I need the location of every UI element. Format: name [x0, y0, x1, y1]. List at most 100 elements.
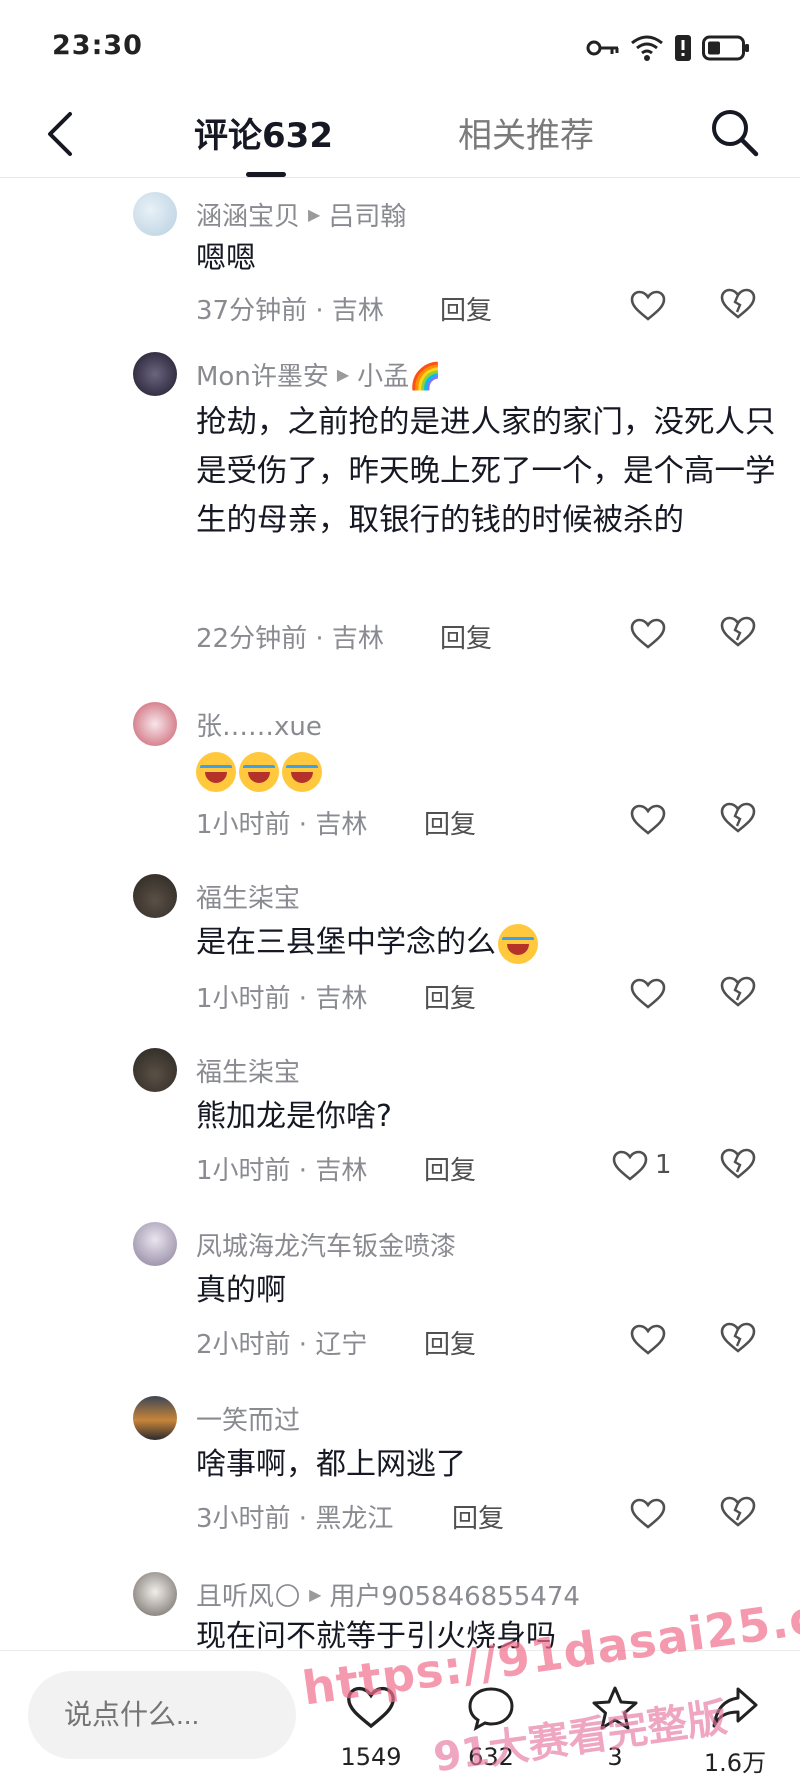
reply-target-username[interactable]: 用户905846855474 — [329, 1576, 580, 1613]
username[interactable]: 福生柒宝 — [196, 1052, 300, 1089]
comment-item: 福生柒宝 熊加龙是你啥? 1小时前 · 吉林 回复 1 — [0, 1044, 800, 1204]
comment-author[interactable]: 凤城海龙汽车钣金喷漆 — [196, 1226, 456, 1263]
reply-button[interactable]: 回复 — [452, 1498, 504, 1535]
reply-button[interactable]: 回复 — [424, 1324, 476, 1361]
like-button[interactable] — [630, 616, 670, 652]
dislike-button[interactable] — [720, 1322, 760, 1358]
like-button[interactable] — [630, 976, 670, 1012]
tab-comments[interactable]: 评论632 — [194, 108, 333, 157]
search-button[interactable] — [706, 104, 764, 162]
crying-laughing-emoji — [282, 751, 322, 792]
reply-arrow-icon: ▶ — [308, 205, 321, 224]
username[interactable]: 张……xue — [196, 706, 322, 743]
crying-laughing-emoji — [239, 751, 279, 792]
reply-button[interactable]: 回复 — [424, 804, 476, 841]
comment-text: 抢劫，之前抢的是进人家的家门，没死人只是受伤了，昨天晚上死了一个，是个高一学生的… — [196, 405, 776, 538]
comment-emoji-content — [196, 746, 776, 796]
like-video-count: 1549 — [340, 1743, 402, 1771]
comment-time: 37分钟前 — [196, 296, 308, 326]
comment-list[interactable]: 涵涵宝贝 ▶ 吕司翰 嗯嗯 37分钟前 · 吉林 回复 Mon许墨安 ▶ 小孟🌈… — [0, 178, 800, 1650]
search-icon — [712, 110, 759, 157]
comment-item: 一笑而过 啥事啊，都上网逃了 3小时前 · 黑龙江 回复 — [0, 1392, 800, 1552]
comment-author[interactable]: 涵涵宝贝 ▶ 吕司翰 — [196, 196, 406, 233]
reply-button[interactable]: 回复 — [424, 1150, 476, 1187]
comment-meta: 1小时前 · 吉林 — [196, 810, 368, 840]
comment-location: 吉林 — [331, 296, 384, 326]
like-count: 1 — [655, 1150, 672, 1180]
key-icon — [586, 40, 619, 56]
broken-heart-icon — [720, 1496, 756, 1527]
share-count: 1.6万 — [703, 1749, 767, 1777]
avatar[interactable] — [133, 874, 177, 918]
like-button[interactable] — [630, 802, 670, 838]
crying-laughing-emoji — [196, 751, 236, 792]
username[interactable]: 凤城海龙汽车钣金喷漆 — [196, 1226, 456, 1263]
heart-icon — [630, 618, 666, 649]
avatar[interactable] — [133, 702, 177, 746]
tab-related-recommendations[interactable]: 相关推荐 — [458, 108, 594, 157]
avatar[interactable] — [133, 1222, 177, 1266]
reply-target-username[interactable]: 吕司翰 — [328, 196, 406, 233]
dislike-button[interactable] — [720, 976, 760, 1012]
avatar[interactable] — [133, 1048, 177, 1092]
comment-text: 嗯嗯 — [196, 241, 256, 276]
broken-heart-icon — [720, 802, 756, 833]
comment-meta: 2小时前 · 辽宁 — [196, 1330, 368, 1360]
broken-heart-icon — [720, 976, 756, 1007]
reply-button[interactable]: 回复 — [440, 618, 492, 655]
like-button[interactable] — [630, 1322, 670, 1358]
username[interactable]: 一笑而过 — [196, 1400, 300, 1437]
comment-meta: 1小时前 · 吉林 — [196, 984, 368, 1014]
comment-author[interactable]: Mon许墨安 ▶ 小孟🌈 — [196, 356, 442, 393]
comment-text: 是在三县堡中学念的么 — [196, 918, 776, 968]
comment-text: 啥事啊，都上网逃了 — [196, 1447, 466, 1482]
comment-location: 吉林 — [315, 1156, 368, 1186]
comment-author[interactable]: 福生柒宝 — [196, 878, 300, 915]
dislike-button[interactable] — [720, 616, 760, 652]
heart-icon — [630, 978, 666, 1009]
like-button[interactable] — [612, 1148, 652, 1184]
dislike-button[interactable] — [720, 1148, 760, 1184]
like-button[interactable] — [630, 1496, 670, 1532]
comment-item: 福生柒宝 是在三县堡中学念的么 1小时前 · 吉林 回复 — [0, 870, 800, 1030]
comment-author[interactable]: 福生柒宝 — [196, 1052, 300, 1089]
reply-button[interactable]: 回复 — [424, 978, 476, 1015]
comment-item: 涵涵宝贝 ▶ 吕司翰 嗯嗯 37分钟前 · 吉林 回复 — [0, 178, 800, 338]
dislike-button[interactable] — [720, 802, 760, 838]
comment-location: 吉林 — [331, 624, 384, 654]
back-button[interactable] — [40, 108, 84, 160]
avatar[interactable] — [133, 1396, 177, 1440]
comment-meta: 3小时前 · 黑龙江 — [196, 1504, 394, 1534]
broken-heart-icon — [720, 616, 756, 647]
dislike-button[interactable] — [720, 1496, 760, 1532]
reply-arrow-icon: ▶ — [309, 1585, 322, 1604]
comment-location: 吉林 — [315, 810, 368, 840]
comment-time: 1小时前 — [196, 1156, 291, 1186]
comment-meta: 1小时前 · 吉林 — [196, 1156, 368, 1186]
comment-meta: 22分钟前 · 吉林 — [196, 624, 384, 654]
username[interactable]: 涵涵宝贝 — [196, 196, 300, 233]
username[interactable]: Mon许墨安 — [196, 356, 329, 393]
avatar[interactable] — [133, 1572, 177, 1616]
heart-icon — [630, 290, 666, 321]
dislike-button[interactable] — [720, 288, 760, 324]
crying-laughing-emoji — [498, 923, 538, 964]
comment-author[interactable]: 张……xue — [196, 706, 322, 743]
reply-button[interactable]: 回复 — [440, 290, 492, 327]
comment-location: 辽宁 — [315, 1330, 368, 1360]
alert-icon — [675, 35, 691, 61]
back-arrow-icon — [48, 112, 72, 156]
heart-icon — [612, 1150, 648, 1181]
comment-meta: 37分钟前 · 吉林 — [196, 296, 384, 326]
reply-target-username[interactable]: 小孟🌈 — [357, 356, 441, 393]
comment-author[interactable]: 一笑而过 — [196, 1400, 300, 1437]
username[interactable]: 且听风🌕 — [196, 1576, 301, 1613]
broken-heart-icon — [720, 1322, 756, 1353]
avatar[interactable] — [133, 352, 177, 396]
username[interactable]: 福生柒宝 — [196, 878, 300, 915]
like-button[interactable] — [630, 288, 670, 324]
avatar[interactable] — [133, 192, 177, 236]
comment-input[interactable] — [28, 1671, 296, 1759]
comment-author[interactable]: 且听风🌕 ▶ 用户905846855474 — [196, 1576, 580, 1613]
comment-time: 1小时前 — [196, 984, 291, 1014]
